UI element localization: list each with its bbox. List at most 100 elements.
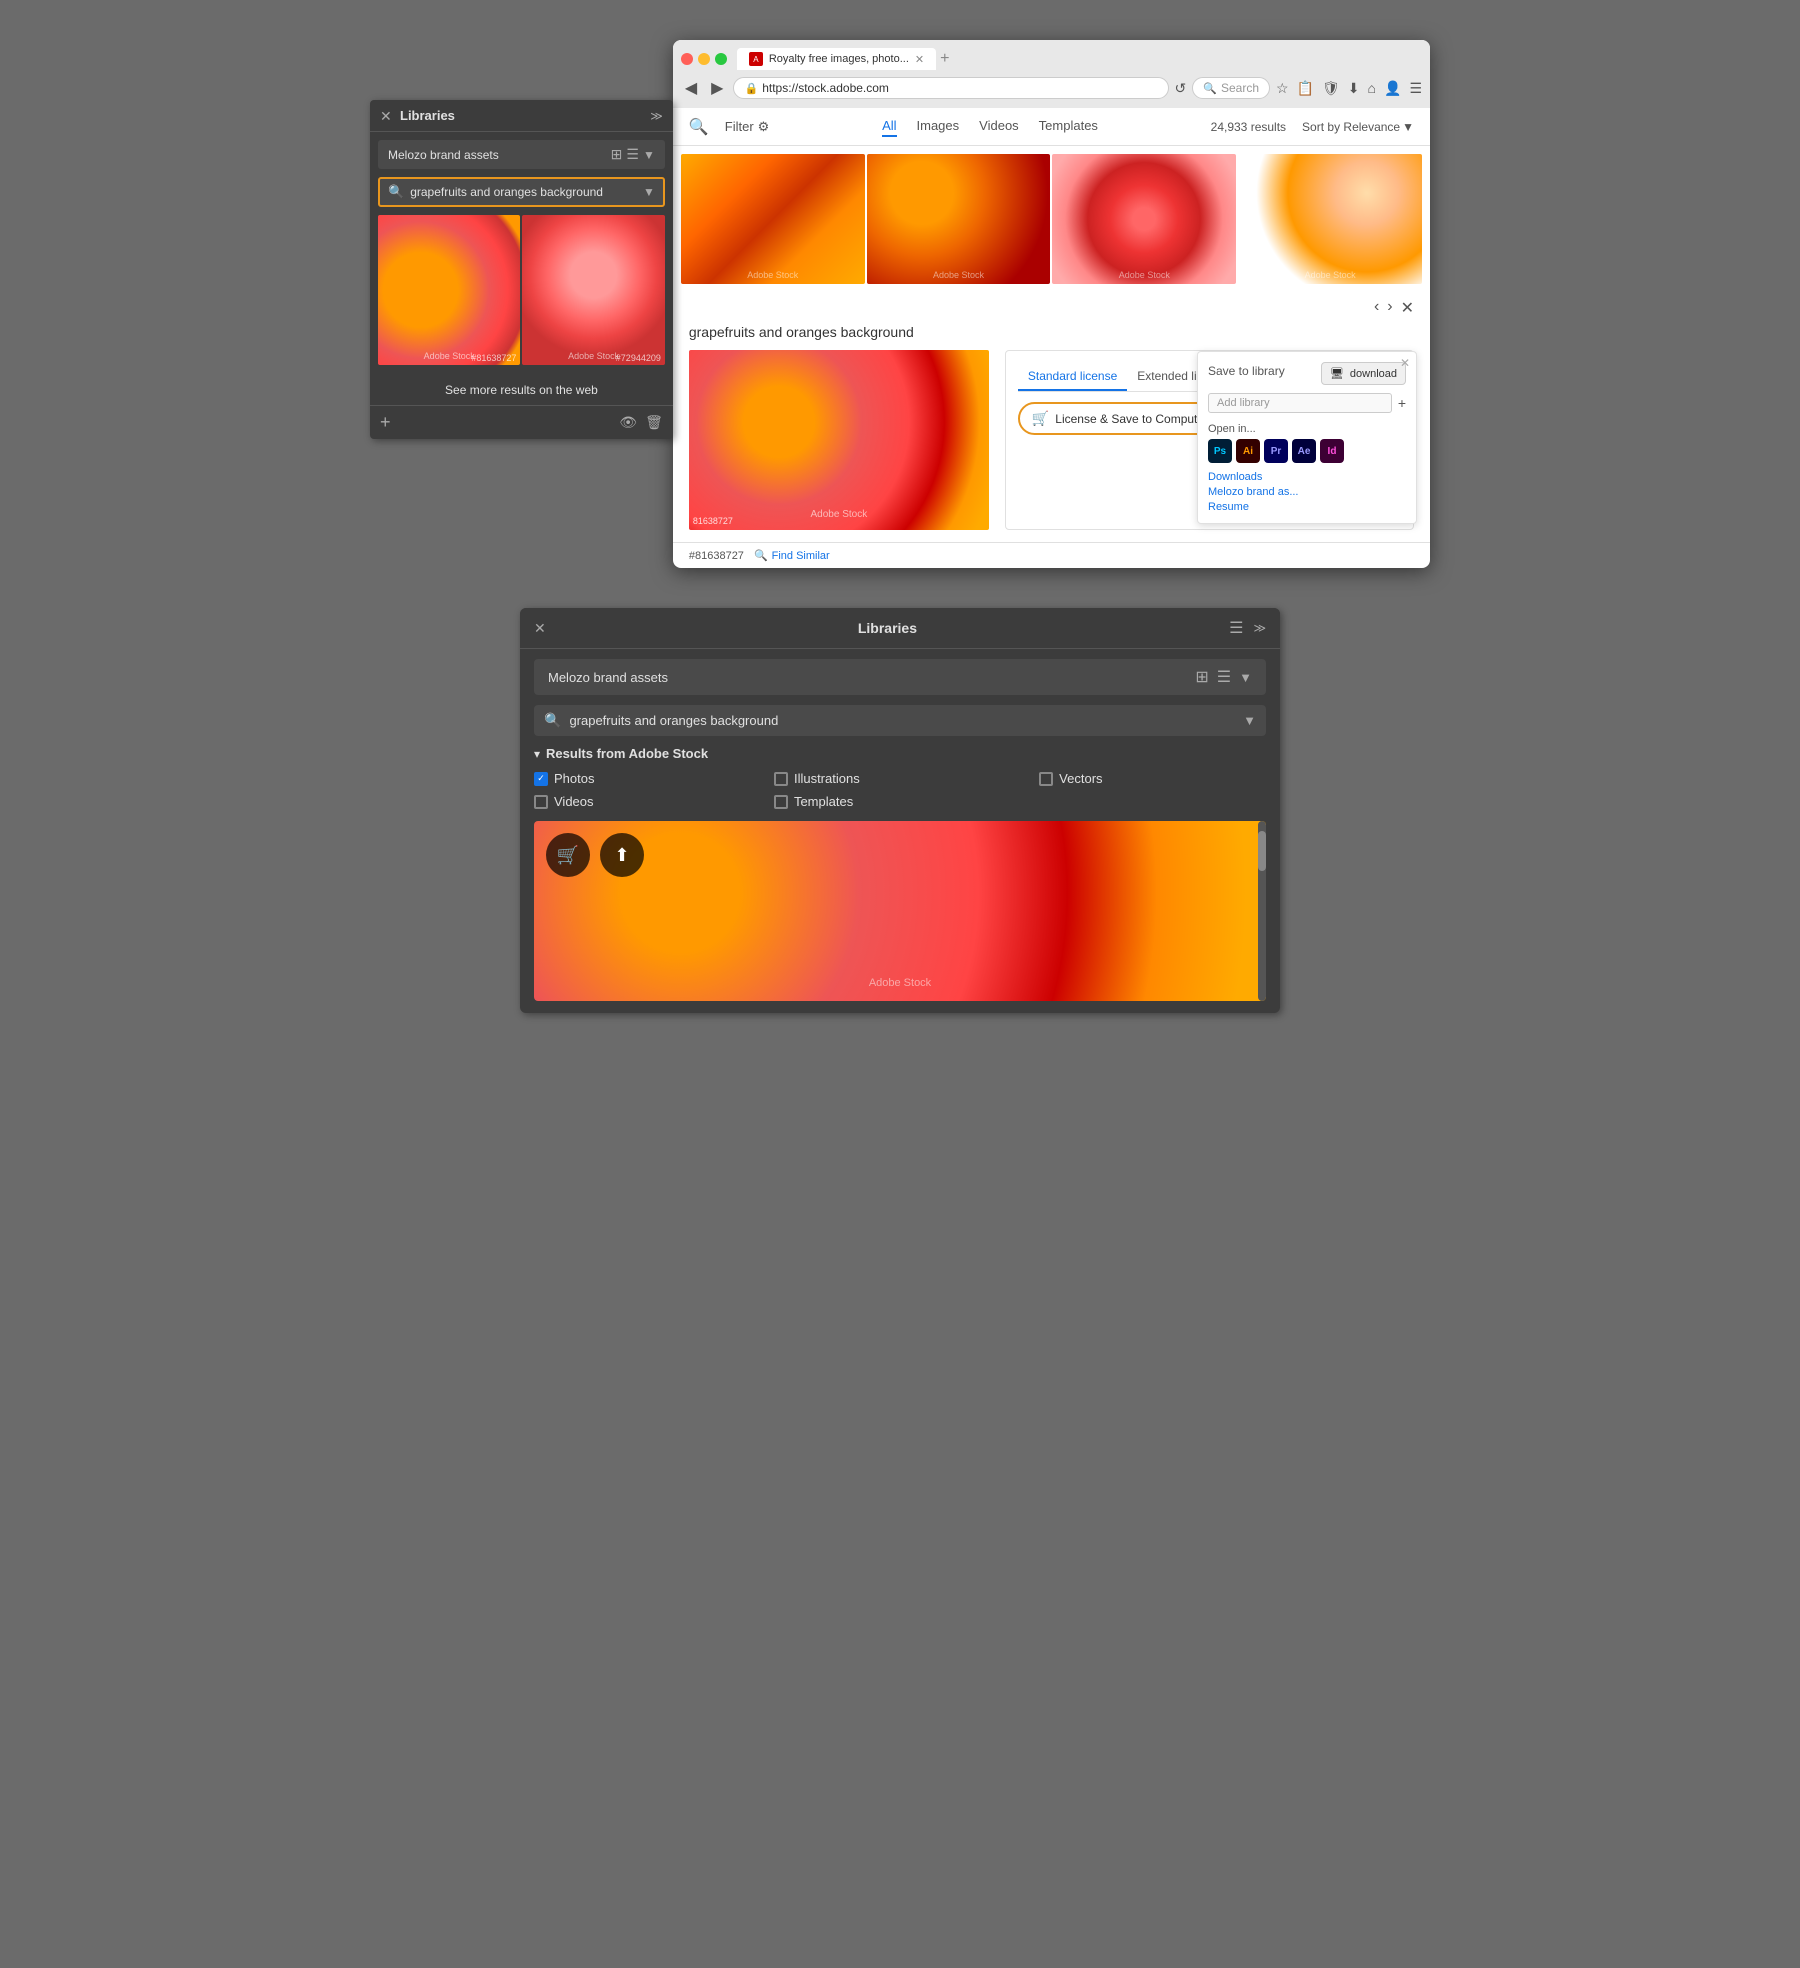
stock-image-thumb-3[interactable]: Adobe Stock [1052, 154, 1236, 284]
bottom-hamburger-icon[interactable]: ☰ [1229, 618, 1243, 638]
photos-label: Photos [554, 771, 594, 786]
detail-nav: ‹ › ✕ [689, 292, 1414, 324]
stock-image-thumb-1[interactable]: Adobe Stock [681, 154, 865, 284]
vectors-checkbox[interactable] [1039, 772, 1053, 786]
watermark-stock-1: Adobe Stock [747, 270, 798, 280]
photoshop-icon[interactable]: Ps [1208, 439, 1232, 463]
templates-checkbox[interactable] [774, 795, 788, 809]
back-button[interactable]: ◀ [681, 76, 701, 100]
download-button[interactable]: 🖥 download [1321, 362, 1406, 385]
illustrations-label: Illustrations [794, 771, 860, 786]
detail-next-button[interactable]: › [1387, 298, 1392, 318]
list-view-icon[interactable]: ☰ [626, 146, 639, 163]
person-icon[interactable]: 👤 [1384, 80, 1401, 97]
tab-images[interactable]: Images [917, 116, 960, 137]
photos-checkbox[interactable] [534, 772, 548, 786]
bottom-list-view-icon[interactable]: ☰ [1217, 667, 1231, 687]
browser-window: A Royalty free images, photo... ✕ + ◀ ▶ … [673, 40, 1430, 568]
bottom-library-selector[interactable]: Melozo brand assets ⊞ ☰ ▼ [534, 659, 1266, 695]
minimize-traffic-light[interactable] [698, 53, 710, 65]
filter-vectors: Vectors [1039, 771, 1266, 786]
add-to-cart-overlay-button[interactable]: 🛒 [546, 833, 590, 877]
tab-templates[interactable]: Templates [1039, 116, 1098, 137]
videos-checkbox[interactable] [534, 795, 548, 809]
stock-nav-tabs: All Images Videos Templates [785, 116, 1194, 137]
menu-icon[interactable]: ☰ [1409, 80, 1422, 97]
tab-videos[interactable]: Videos [979, 116, 1019, 137]
illustrator-icon[interactable]: Ai [1236, 439, 1260, 463]
close-traffic-light[interactable] [681, 53, 693, 65]
grid-view-icon[interactable]: ⊞ [611, 146, 623, 163]
collapse-icon[interactable]: ≫ [650, 109, 663, 123]
download-icon[interactable]: ⬇ [1348, 80, 1360, 97]
see-more-web-link[interactable]: See more results on the web [370, 373, 673, 405]
browser-search-box[interactable]: 🔍 Search [1192, 77, 1270, 99]
home-icon[interactable]: ⌂ [1368, 80, 1376, 96]
panel-image-1[interactable]: Adobe Stock #81638727 [378, 215, 520, 365]
filter-button[interactable]: Filter ⚙ [725, 119, 770, 135]
after-effects-icon[interactable]: Ae [1292, 439, 1316, 463]
filter-illustrations: Illustrations [774, 771, 1023, 786]
find-similar-button[interactable]: 🔍 Find Similar [754, 549, 830, 562]
tab-close-button[interactable]: ✕ [915, 53, 924, 66]
bottom-grid-view-icon[interactable]: ⊞ [1195, 667, 1208, 687]
library-input[interactable]: Add library [1208, 393, 1392, 413]
popup-close-button[interactable]: ✕ [1400, 356, 1410, 370]
library-selector[interactable]: Melozo brand assets ⊞ ☰ ▼ [378, 140, 665, 169]
links-row: Downloads Melozo brand as... Resume [1208, 471, 1406, 513]
browser-toolbar-icons: ☆ 📋 🛡 ⬇ ⌂ 👤 ☰ [1276, 80, 1422, 97]
bottom-image-preview[interactable]: 🛒 ⬆ Adobe Stock [534, 821, 1266, 1001]
search-bar[interactable]: 🔍 grapefruits and oranges background ▼ [378, 177, 665, 207]
panel-header-right: ≫ [650, 109, 663, 123]
address-box[interactable]: 🔒 https://stock.adobe.com [733, 77, 1168, 99]
bottom-search-query: grapefruits and oranges background [569, 713, 1235, 728]
libraries-panel-top: ✕ Libraries ≫ Melozo brand assets ⊞ ☰ ▼ … [370, 100, 673, 439]
shield-icon[interactable]: 🛡 [1322, 80, 1340, 97]
indesign-icon[interactable]: Id [1320, 439, 1344, 463]
bottom-search-bar[interactable]: 🔍 grapefruits and oranges background ▼ [534, 705, 1266, 736]
detail-image[interactable] [689, 350, 989, 530]
detail-close-button[interactable]: ✕ [1401, 298, 1414, 318]
close-icon[interactable]: ✕ [380, 109, 394, 123]
illustrations-checkbox[interactable] [774, 772, 788, 786]
premiere-icon[interactable]: Pr [1264, 439, 1288, 463]
browser-tab[interactable]: A Royalty free images, photo... ✕ [737, 48, 936, 70]
scrollbar-thumb[interactable] [1258, 831, 1266, 871]
panel-header: ✕ Libraries ≫ [370, 100, 673, 132]
library-name: Melozo brand assets [388, 148, 499, 162]
bottom-close-button[interactable]: ✕ [534, 620, 546, 637]
image-number-1: #81638727 [471, 353, 516, 363]
tab-all[interactable]: All [882, 116, 896, 137]
bottom-collapse-button[interactable]: ≫ [1253, 621, 1266, 635]
eye-icon[interactable]: 👁 [619, 414, 637, 431]
stock-image-thumb-4[interactable]: Adobe Stock [1238, 154, 1422, 284]
resume-link[interactable]: Resume [1208, 501, 1406, 513]
reading-list-icon[interactable]: 📋 [1297, 80, 1314, 97]
add-button[interactable]: + [380, 412, 391, 433]
downloads-link[interactable]: Downloads [1208, 471, 1406, 483]
refresh-button[interactable]: ↺ [1175, 80, 1187, 97]
bottom-library-name: Melozo brand assets [548, 670, 668, 685]
results-chevron-icon[interactable]: ▾ [534, 747, 540, 761]
panel-image-2[interactable]: Adobe Stock #72944209 [522, 215, 664, 365]
save-to-library-overlay-button[interactable]: ⬆ [600, 833, 644, 877]
search-glass-icon: 🔍 [1203, 82, 1217, 95]
top-section: ✕ Libraries ≫ Melozo brand assets ⊞ ☰ ▼ … [370, 40, 1430, 568]
sort-button[interactable]: Sort by Relevance ▼ [1302, 120, 1414, 134]
maximize-traffic-light[interactable] [715, 53, 727, 65]
traffic-lights [681, 53, 727, 65]
forward-button[interactable]: ▶ [707, 76, 727, 100]
bookmark-icon[interactable]: ☆ [1276, 80, 1289, 97]
stock-image-thumb-2[interactable]: Adobe Stock [867, 154, 1051, 284]
detail-prev-button[interactable]: ‹ [1374, 298, 1379, 318]
add-library-plus-button[interactable]: + [1398, 395, 1406, 411]
license-panel: Standard license Extended license (US$79… [1005, 350, 1414, 530]
panel-bottom-bar: + 👁 🗑 [370, 405, 673, 439]
melozo-brand-link[interactable]: Melozo brand as... [1208, 486, 1406, 498]
new-tab-button[interactable]: + [940, 50, 949, 68]
stock-search-icon[interactable]: 🔍 [689, 117, 709, 137]
image-id-text: #81638727 [689, 550, 744, 562]
filter-videos: Videos [534, 794, 758, 809]
trash-icon[interactable]: 🗑 [645, 414, 663, 431]
license-tab-standard[interactable]: Standard license [1018, 363, 1127, 391]
